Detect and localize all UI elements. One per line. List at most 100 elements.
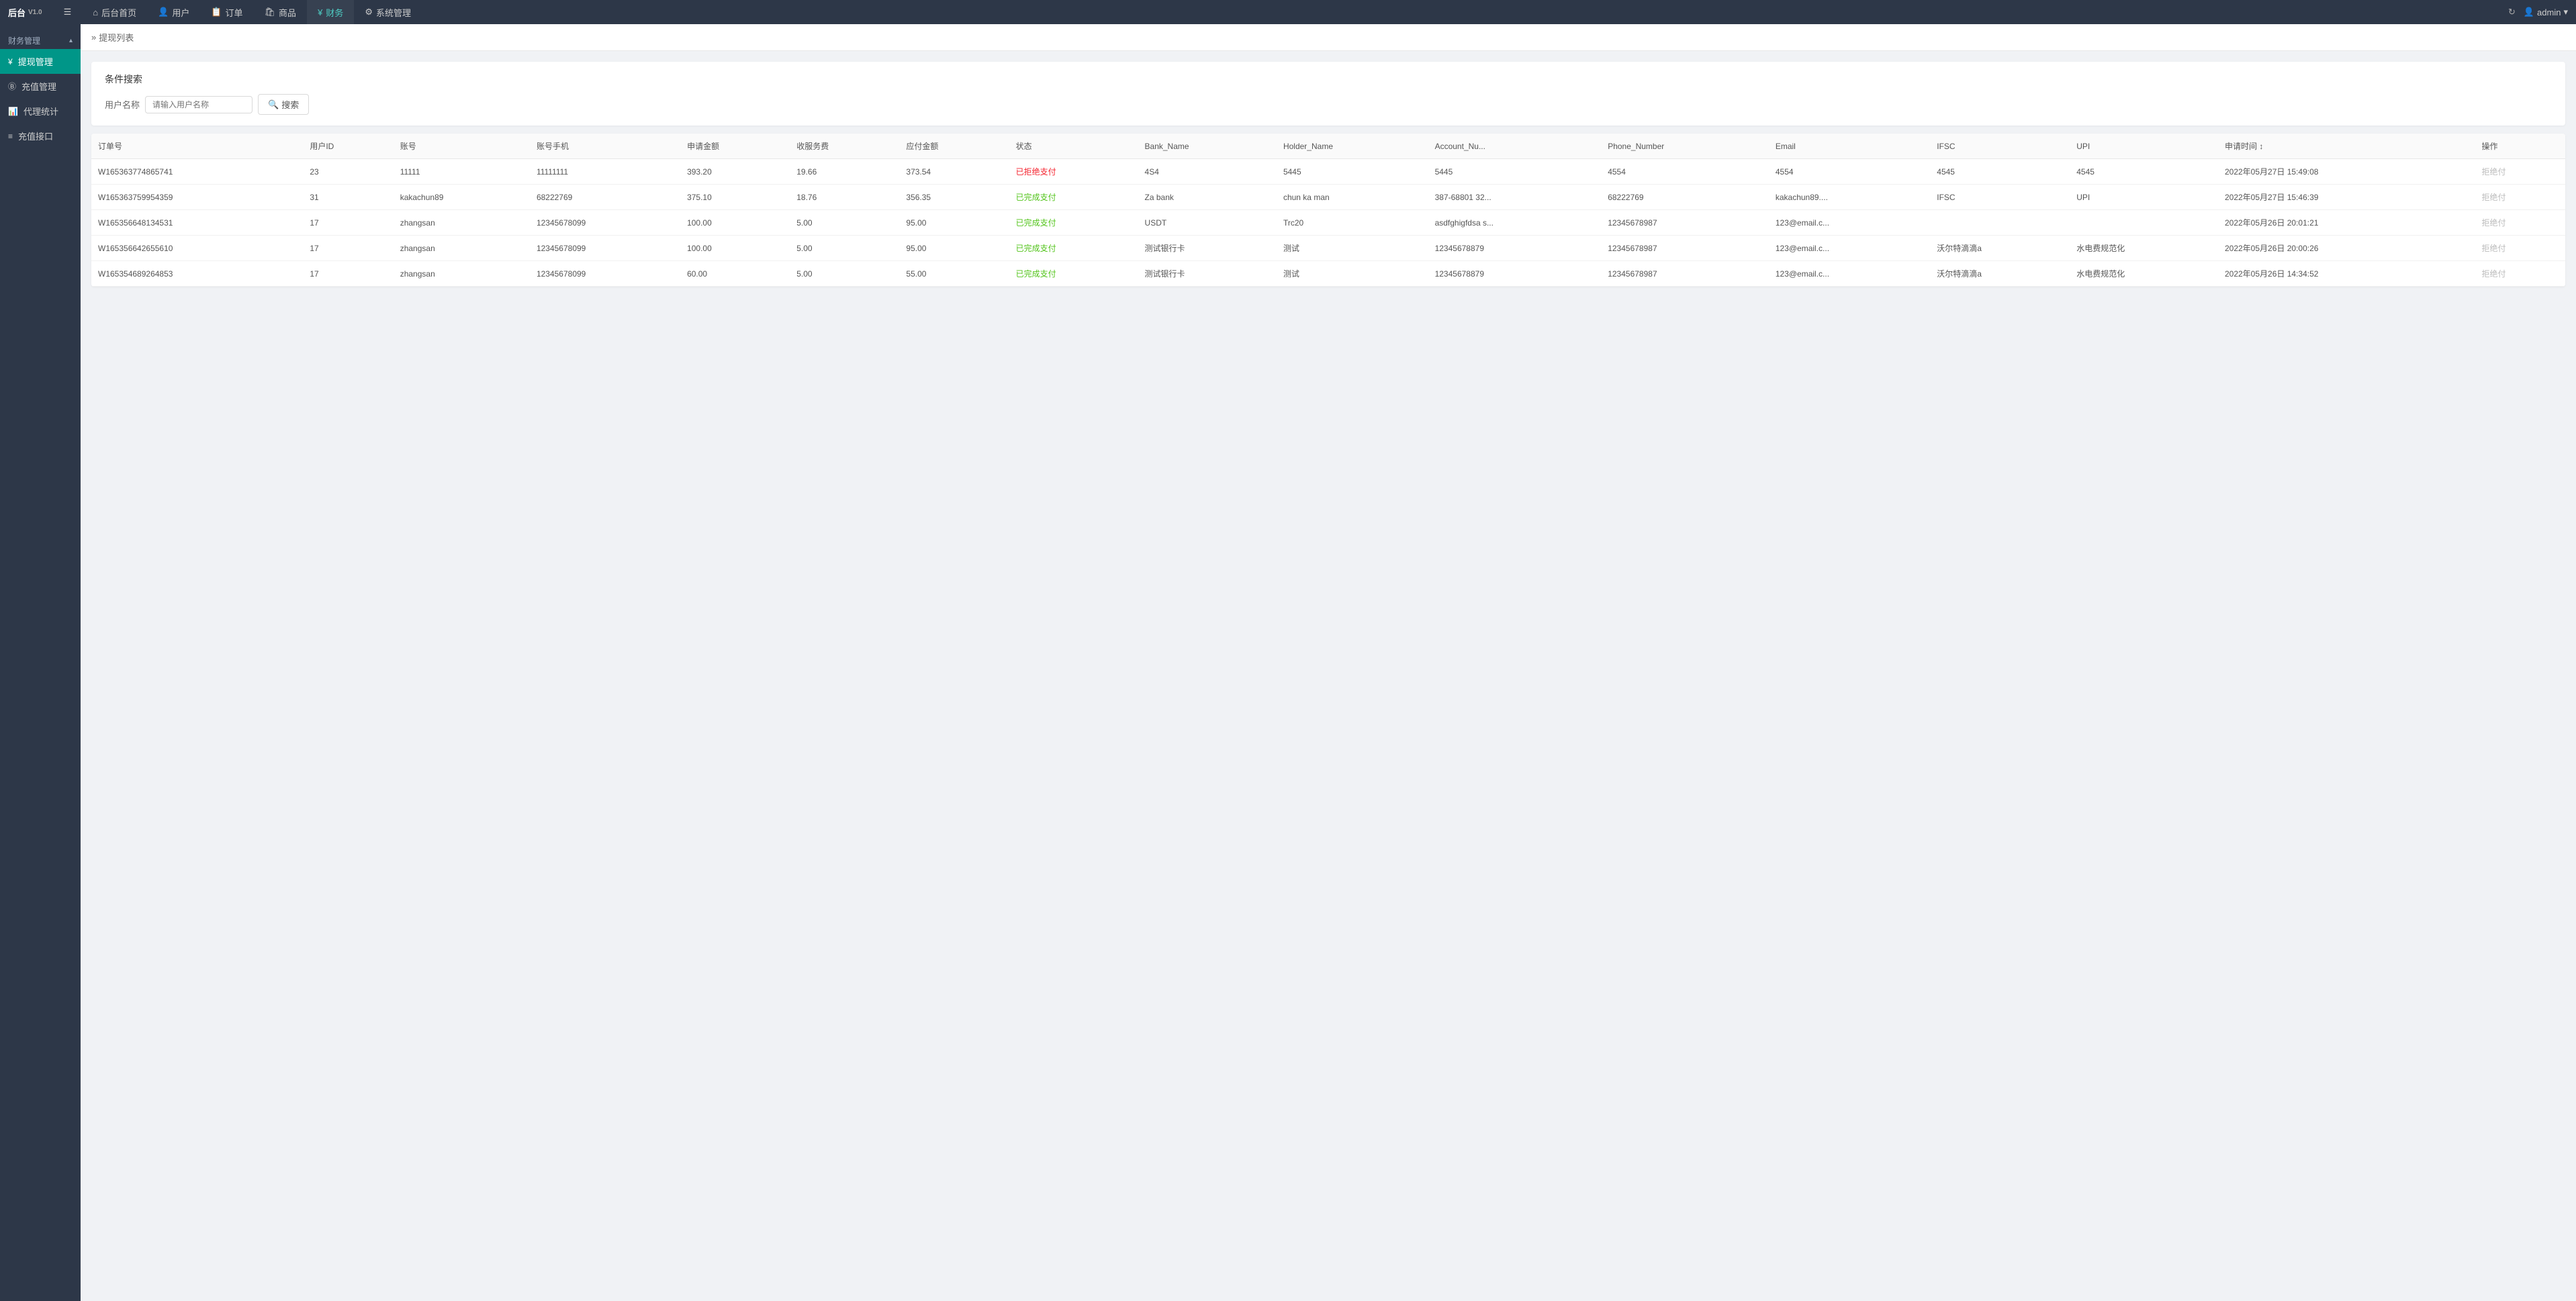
search-button[interactable]: 🔍 搜索: [258, 94, 309, 115]
action-link[interactable]: 拒绝付: [2481, 244, 2505, 253]
cell-ifsc: [1930, 210, 2070, 236]
top-nav-menu: ☰ ⌂ 后台首页 👤 用户 📋 订单 🛍 商品 ¥ 财务 ⚙ 系统管理: [53, 0, 2508, 24]
nav-goods[interactable]: 🛍 商品: [254, 0, 308, 24]
cell-service-fee: 5.00: [790, 261, 899, 287]
cell-payable: 95.00: [899, 236, 1009, 261]
menu-icon: ☰: [64, 7, 72, 17]
cell-bank-name: 测试银行卡: [1138, 236, 1277, 261]
cell-phone-number: 12345678987: [1601, 236, 1769, 261]
cell-email: kakachun89....: [1769, 185, 1930, 210]
nav-finance[interactable]: ¥ 财务: [307, 0, 354, 24]
nav-users[interactable]: 👤 用户: [147, 0, 200, 24]
admin-user-icon: 👤: [2524, 7, 2534, 17]
chart-icon: 📊: [8, 107, 18, 116]
sidebar-item-withdrawal[interactable]: ¥ 提现管理: [0, 49, 81, 74]
nav-home[interactable]: ⌂ 后台首页: [82, 0, 147, 24]
cell-account: zhangsan: [394, 236, 530, 261]
cell-action: 拒绝付: [2475, 185, 2565, 210]
search-title: 条件搜索: [105, 73, 2552, 86]
cell-bank-name: Za bank: [1138, 185, 1277, 210]
content-area: 条件搜索 用户名称 🔍 搜索 订单号 用户ID: [81, 51, 2576, 1301]
table-header-row: 订单号 用户ID 账号 账号手机 申请金额 收服务费 应付金额 状态 Bank_…: [91, 134, 2565, 159]
cell-status: 已拒绝支付: [1009, 159, 1138, 185]
table-row: W165356648134531 17 zhangsan 12345678099…: [91, 210, 2565, 236]
action-link[interactable]: 拒绝付: [2481, 269, 2505, 279]
cell-order-id: W165363774865741: [91, 159, 303, 185]
cell-account-no: 12345678879: [1428, 236, 1602, 261]
cell-ifsc: 4545: [1930, 159, 2070, 185]
cell-apply-time: 2022年05月26日 20:01:21: [2218, 210, 2475, 236]
col-ifsc: IFSC: [1930, 134, 2070, 159]
search-card: 条件搜索 用户名称 🔍 搜索: [91, 62, 2565, 126]
order-icon: 📋: [211, 7, 222, 17]
sidebar-group-finance[interactable]: 财务管理 ▴: [0, 30, 81, 49]
goods-icon: 🛍: [265, 7, 276, 17]
sidebar-item-recharge-api[interactable]: ≡ 充值接口: [0, 124, 81, 148]
cell-account-no: asdfghigfdsa s...: [1428, 210, 1602, 236]
cell-user-id: 17: [303, 210, 393, 236]
chevron-down-icon: ▾: [2563, 7, 2568, 17]
col-service-fee: 收服务费: [790, 134, 899, 159]
cell-phone: 12345678099: [530, 210, 680, 236]
top-nav-right: ↻ 👤 admin ▾: [2508, 7, 2568, 17]
sidebar-item-agent-stats[interactable]: 📊 代理统计: [0, 99, 81, 124]
cell-phone: 11111111: [530, 159, 680, 185]
sidebar-item-recharge[interactable]: Ⓑ 充值管理: [0, 74, 81, 99]
cell-status: 已完成支付: [1009, 210, 1138, 236]
table-row: W165354689264853 17 zhangsan 12345678099…: [91, 261, 2565, 287]
cell-ifsc: 沃尔特滴滴a: [1930, 261, 2070, 287]
cell-phone-number: 12345678987: [1601, 261, 1769, 287]
home-icon: ⌂: [93, 7, 98, 17]
system-icon: ⚙: [365, 7, 373, 17]
cell-email: 123@email.c...: [1769, 236, 1930, 261]
cell-status: 已完成支付: [1009, 185, 1138, 210]
table-row: W165356642655610 17 zhangsan 12345678099…: [91, 236, 2565, 261]
main-layout: 财务管理 ▴ ¥ 提现管理 Ⓑ 充值管理 📊 代理统计 ≡ 充值接口 » 提现列…: [0, 24, 2576, 1301]
cell-holder-name: 5445: [1277, 159, 1428, 185]
cell-action: 拒绝付: [2475, 159, 2565, 185]
cell-action: 拒绝付: [2475, 210, 2565, 236]
nav-orders[interactable]: 📋 订单: [200, 0, 253, 24]
username-input[interactable]: [145, 96, 252, 113]
sidebar-item-label: 提现管理: [18, 55, 53, 68]
cell-email: 123@email.c...: [1769, 210, 1930, 236]
search-btn-label: 搜索: [281, 98, 299, 111]
search-row: 用户名称 🔍 搜索: [105, 94, 2552, 115]
cell-payable: 373.54: [899, 159, 1009, 185]
action-link[interactable]: 拒绝付: [2481, 167, 2505, 177]
cell-bank-name: 测试银行卡: [1138, 261, 1277, 287]
withdrawal-icon: ¥: [8, 57, 13, 66]
admin-label: admin: [2537, 7, 2561, 17]
cell-apply-time: 2022年05月27日 15:46:39: [2218, 185, 2475, 210]
cell-account-no: 12345678879: [1428, 261, 1602, 287]
data-table: 订单号 用户ID 账号 账号手机 申请金额 收服务费 应付金额 状态 Bank_…: [91, 134, 2565, 287]
username-label: 用户名称: [105, 98, 140, 111]
cell-order-id: W165356648134531: [91, 210, 303, 236]
action-link[interactable]: 拒绝付: [2481, 193, 2505, 202]
cell-phone: 12345678099: [530, 261, 680, 287]
cell-phone-number: 12345678987: [1601, 210, 1769, 236]
nav-system[interactable]: ⚙ 系统管理: [354, 0, 422, 24]
cell-service-fee: 19.66: [790, 159, 899, 185]
cell-user-id: 23: [303, 159, 393, 185]
cell-account-no: 387-68801 32...: [1428, 185, 1602, 210]
chevron-up-icon: ▴: [69, 37, 73, 44]
col-status: 状态: [1009, 134, 1138, 159]
cell-order-id: W165356642655610: [91, 236, 303, 261]
refresh-icon[interactable]: ↻: [2508, 7, 2516, 17]
top-nav: 后台 V1.0 ☰ ⌂ 后台首页 👤 用户 📋 订单 🛍 商品 ¥ 财务 ⚙ 系…: [0, 0, 2576, 24]
col-order-id: 订单号: [91, 134, 303, 159]
sidebar-item-label: 充值接口: [18, 130, 53, 142]
admin-info[interactable]: 👤 admin ▾: [2524, 7, 2568, 17]
sidebar-item-label: 充值管理: [21, 80, 56, 93]
cell-phone: 68222769: [530, 185, 680, 210]
app-logo: 后台 V1.0: [8, 6, 42, 19]
action-link[interactable]: 拒绝付: [2481, 218, 2505, 228]
nav-menu-toggle[interactable]: ☰: [53, 0, 83, 24]
cell-user-id: 31: [303, 185, 393, 210]
cell-email: 123@email.c...: [1769, 261, 1930, 287]
cell-apply-amount: 100.00: [680, 210, 790, 236]
cell-apply-time: 2022年05月27日 15:49:08: [2218, 159, 2475, 185]
cell-apply-time: 2022年05月26日 20:00:26: [2218, 236, 2475, 261]
cell-phone: 12345678099: [530, 236, 680, 261]
